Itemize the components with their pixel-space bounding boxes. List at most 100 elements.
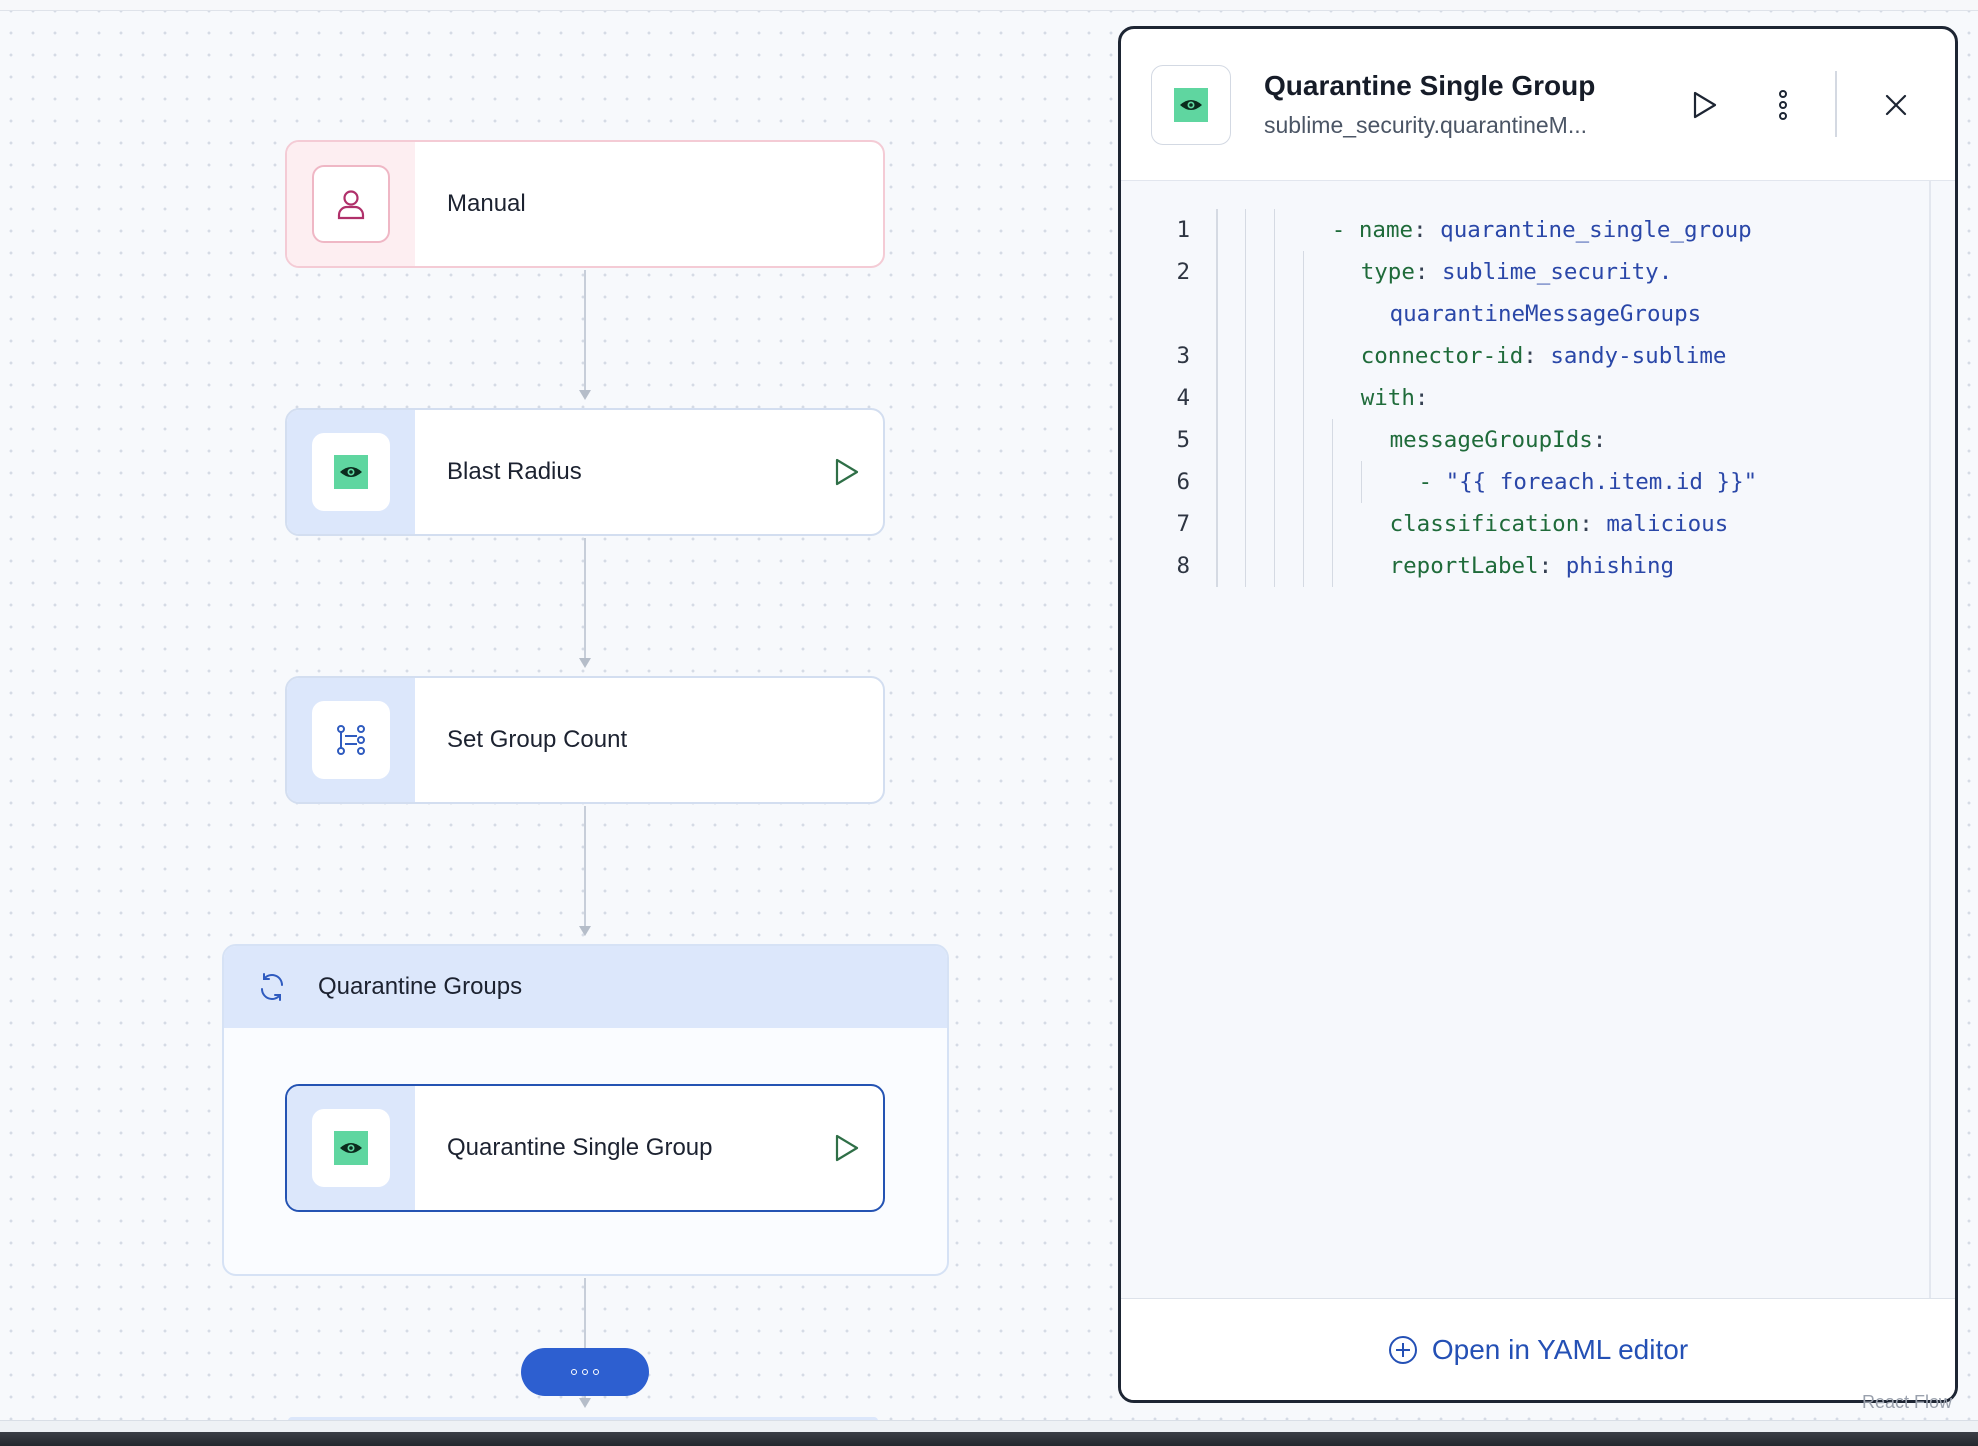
eye-icon [334,455,368,489]
node-icon-column [287,142,415,266]
react-flow-attribution[interactable]: React Flow [1862,1392,1952,1413]
code-text: type: sublime_security. [1361,259,1673,285]
node-label: Quarantine Single Group [447,1134,713,1161]
node-icon-column [287,678,415,802]
indent-guide [1216,545,1218,587]
node-icon-box [312,165,390,243]
code-line: 7 classification: malicious [1121,503,1911,545]
indent-guide [1331,419,1334,461]
editor-scrollbar[interactable] [1929,181,1931,1298]
node-blast-radius[interactable]: Blast Radius [285,408,885,536]
indent-guide [1216,209,1218,251]
window-bottom-edge [0,1432,1978,1446]
indent-guide [1273,377,1276,419]
indent-guide [1302,335,1305,377]
edge-arrow [579,1398,591,1408]
eye-icon [334,1131,368,1165]
yaml-val: sandy-sublime [1550,343,1727,369]
play-icon [835,1134,859,1162]
yaml-sep: : [1592,427,1607,453]
code-line: 6 - "{{ foreach.item.id }}" [1121,461,1911,503]
close-panel-button[interactable] [1870,79,1922,131]
panel-step-icon [1151,64,1231,145]
yaml-key: with [1360,385,1415,411]
yaml-key: - name [1331,217,1414,243]
yaml-code-view[interactable]: 1 - name: quarantine_single_group 2 type: s… [1121,181,1955,1298]
node-label: Blast Radius [447,458,582,485]
indent-guide [1216,503,1218,545]
code-text: connector-id: sandy-sublime [1361,343,1727,369]
yaml-key: - [1418,469,1446,495]
code-line: 8 reportLabel: phishing [1121,545,1911,587]
open-yaml-editor-label: Open in YAML editor [1431,1333,1689,1365]
panel-subtitle: sublime_security.quarantineM... [1264,112,1587,138]
indent-guide [1216,419,1218,461]
line-number: 3 [1176,343,1190,369]
edge-arrow [579,390,591,400]
line-number: 5 [1176,427,1190,453]
node-label: Set Group Count [447,726,628,753]
node-quarantine-single-group[interactable]: Quarantine Single Group [285,1084,885,1212]
indent-guide [1244,461,1247,503]
loop-icon [261,973,283,1001]
yaml-val: phishing [1565,553,1675,579]
variables-icon [337,725,365,755]
code-text: - "{{ foreach.item.id }}" [1419,469,1758,495]
yaml-val: quarantine_single_group [1440,217,1752,243]
yaml-sep: : [1413,217,1441,243]
header-divider [1835,71,1837,137]
indent-guide [1273,293,1276,335]
indent-guide [1273,251,1276,293]
group-header[interactable]: Quarantine Groups [224,946,947,1028]
panel-header: Quarantine Single Group sublime_security… [1121,29,1955,181]
indent-guide [1216,251,1218,293]
node-label: Manual [447,190,526,217]
code-line: 3 connector-id: sandy-sublime [1121,335,1911,377]
indent-guide [1302,293,1305,335]
indent-guide [1331,545,1334,587]
edge [584,538,586,660]
line-number: 6 [1176,469,1190,495]
node-set-group-count[interactable]: Set Group Count [285,676,885,804]
indent-guide [1273,335,1276,377]
run-step-button[interactable] [811,410,883,534]
code-text: quarantineMessageGroups [1390,301,1702,327]
panel-title: Quarantine Single Group [1264,70,1596,101]
group-label: Quarantine Groups [318,973,523,1000]
yaml-sep: : [1414,259,1442,285]
code-line: 4 with: [1121,377,1911,419]
indent-guide [1244,545,1247,587]
user-icon [337,190,365,220]
yaml-sep: : [1414,385,1429,411]
indent-guide [1331,503,1334,545]
run-step-button[interactable] [811,1086,883,1210]
yaml-key: messageGroupIds [1389,427,1593,453]
indent-guide [1244,293,1247,335]
node-icon-column [287,1086,415,1210]
line-number: 1 [1176,217,1190,243]
indent-guide [1273,461,1276,503]
open-yaml-editor-link[interactable]: Open in YAML editor [1388,1334,1688,1366]
yaml-sep: : [1579,511,1607,537]
code-lines: 1 - name: quarantine_single_group 2 type: s… [1121,209,1911,587]
more-steps-button[interactable] [521,1348,649,1396]
code-line: 5 messageGroupIds: [1121,419,1911,461]
more-options-button[interactable] [1757,79,1809,131]
indent-guide [1273,209,1276,251]
close-icon [1885,94,1907,116]
indent-guide [1302,545,1305,587]
indent-guide [1244,377,1247,419]
node-manual[interactable]: Manual [285,140,885,268]
yaml-key: reportLabel [1389,553,1539,579]
run-step-button[interactable] [1679,79,1731,131]
step-detail-panel: Quarantine Single Group sublime_security… [1118,26,1958,1403]
indent-guide [1244,251,1247,293]
indent-guide [1360,461,1362,503]
indent-guide [1331,461,1334,503]
edge [584,270,586,392]
code-line: 2 type: sublime_security. [1121,251,1911,293]
yaml-val: malicious [1606,511,1729,537]
yaml-val: quarantineMessageGroups [1389,301,1702,327]
plus-circle-icon [1388,1335,1417,1364]
indent-guide [1302,419,1305,461]
